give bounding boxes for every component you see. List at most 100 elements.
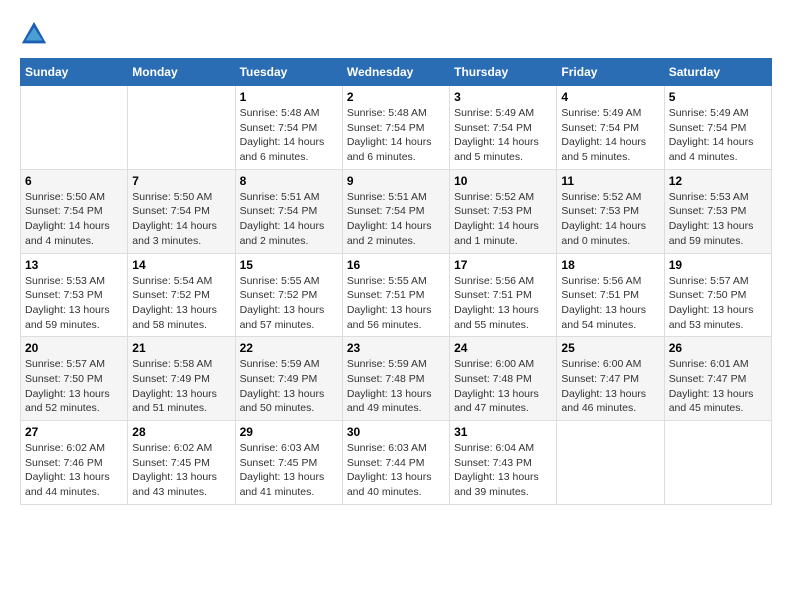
calendar-cell: 24 Sunrise: 6:00 AM Sunset: 7:48 PM Dayli…	[450, 337, 557, 421]
day-info: Sunrise: 5:59 AM Sunset: 7:49 PM Dayligh…	[240, 357, 338, 416]
day-info: Sunrise: 6:00 AM Sunset: 7:47 PM Dayligh…	[561, 357, 659, 416]
day-info: Sunrise: 6:01 AM Sunset: 7:47 PM Dayligh…	[669, 357, 767, 416]
day-number: 23	[347, 341, 445, 355]
calendar-cell: 10Sunrise: 5:52 AM Sunset: 7:53 PM Dayli…	[450, 169, 557, 253]
calendar-cell: 6 Sunrise: 5:50 AM Sunset: 7:54 PM Daylig…	[21, 169, 128, 253]
day-number: 13	[25, 258, 123, 272]
day-number: 2	[347, 90, 445, 104]
calendar-cell: 17 Sunrise: 5:56 AM Sunset: 7:51 PM Dayli…	[450, 253, 557, 337]
calendar-cell: 30 Sunrise: 6:03 AM Sunset: 7:44 PM Dayli…	[342, 421, 449, 505]
day-info: Sunrise: 5:49 AM Sunset: 7:54 PM Dayligh…	[561, 106, 659, 165]
calendar-week-row: 6 Sunrise: 5:50 AM Sunset: 7:54 PM Daylig…	[21, 169, 772, 253]
calendar-cell: 27 Sunrise: 6:02 AM Sunset: 7:46 PM Dayli…	[21, 421, 128, 505]
day-number: 11	[561, 174, 659, 188]
day-info: Sunrise: 6:00 AM Sunset: 7:48 PM Dayligh…	[454, 357, 552, 416]
day-info: Sunrise: 5:51 AM Sunset: 7:54 PM Dayligh…	[347, 190, 445, 249]
calendar-cell	[21, 86, 128, 170]
day-info: Sunrise: 6:02 AM Sunset: 7:45 PM Dayligh…	[132, 441, 230, 500]
calendar-cell: 29 Sunrise: 6:03 AM Sunset: 7:45 PM Dayli…	[235, 421, 342, 505]
calendar-cell: 13 Sunrise: 5:53 AM Sunset: 7:53 PM Dayli…	[21, 253, 128, 337]
day-number: 3	[454, 90, 552, 104]
day-number: 19	[669, 258, 767, 272]
calendar-cell	[128, 86, 235, 170]
calendar-cell: 23 Sunrise: 5:59 AM Sunset: 7:48 PM Dayli…	[342, 337, 449, 421]
day-number: 24	[454, 341, 552, 355]
calendar-cell: 2 Sunrise: 5:48 AM Sunset: 7:54 PM Daylig…	[342, 86, 449, 170]
calendar-week-row: 1 Sunrise: 5:48 AM Sunset: 7:54 PM Daylig…	[21, 86, 772, 170]
calendar-cell: 14 Sunrise: 5:54 AM Sunset: 7:52 PM Dayli…	[128, 253, 235, 337]
calendar-header-row: SundayMondayTuesdayWednesdayThursdayFrid…	[21, 59, 772, 86]
weekday-header: Saturday	[664, 59, 771, 86]
day-info: Sunrise: 5:58 AM Sunset: 7:49 PM Dayligh…	[132, 357, 230, 416]
day-info: Sunrise: 6:03 AM Sunset: 7:45 PM Dayligh…	[240, 441, 338, 500]
calendar-cell: 5Sunrise: 5:49 AM Sunset: 7:54 PM Daylig…	[664, 86, 771, 170]
day-number: 8	[240, 174, 338, 188]
calendar-cell	[664, 421, 771, 505]
day-number: 7	[132, 174, 230, 188]
calendar-week-row: 20Sunrise: 5:57 AM Sunset: 7:50 PM Dayli…	[21, 337, 772, 421]
calendar-cell: 12 Sunrise: 5:53 AM Sunset: 7:53 PM Dayli…	[664, 169, 771, 253]
calendar-table: SundayMondayTuesdayWednesdayThursdayFrid…	[20, 58, 772, 505]
logo-icon	[20, 20, 48, 48]
page-header	[20, 20, 772, 48]
day-number: 21	[132, 341, 230, 355]
day-number: 12	[669, 174, 767, 188]
calendar-cell: 18 Sunrise: 5:56 AM Sunset: 7:51 PM Dayli…	[557, 253, 664, 337]
day-number: 27	[25, 425, 123, 439]
calendar-cell: 1 Sunrise: 5:48 AM Sunset: 7:54 PM Daylig…	[235, 86, 342, 170]
day-number: 10	[454, 174, 552, 188]
calendar-cell: 25Sunrise: 6:00 AM Sunset: 7:47 PM Dayli…	[557, 337, 664, 421]
day-info: Sunrise: 5:56 AM Sunset: 7:51 PM Dayligh…	[561, 274, 659, 333]
calendar-cell: 3 Sunrise: 5:49 AM Sunset: 7:54 PM Daylig…	[450, 86, 557, 170]
day-number: 26	[669, 341, 767, 355]
day-number: 18	[561, 258, 659, 272]
day-info: Sunrise: 6:02 AM Sunset: 7:46 PM Dayligh…	[25, 441, 123, 500]
day-info: Sunrise: 5:55 AM Sunset: 7:52 PM Dayligh…	[240, 274, 338, 333]
weekday-header: Monday	[128, 59, 235, 86]
day-info: Sunrise: 5:57 AM Sunset: 7:50 PM Dayligh…	[669, 274, 767, 333]
calendar-cell: 26 Sunrise: 6:01 AM Sunset: 7:47 PM Dayli…	[664, 337, 771, 421]
day-info: Sunrise: 5:55 AM Sunset: 7:51 PM Dayligh…	[347, 274, 445, 333]
day-info: Sunrise: 5:50 AM Sunset: 7:54 PM Dayligh…	[25, 190, 123, 249]
day-number: 29	[240, 425, 338, 439]
day-number: 9	[347, 174, 445, 188]
calendar-cell: 7 Sunrise: 5:50 AM Sunset: 7:54 PM Daylig…	[128, 169, 235, 253]
day-info: Sunrise: 5:54 AM Sunset: 7:52 PM Dayligh…	[132, 274, 230, 333]
day-number: 30	[347, 425, 445, 439]
weekday-header: Sunday	[21, 59, 128, 86]
calendar-cell: 9 Sunrise: 5:51 AM Sunset: 7:54 PM Daylig…	[342, 169, 449, 253]
calendar-cell: 21 Sunrise: 5:58 AM Sunset: 7:49 PM Dayli…	[128, 337, 235, 421]
calendar-cell: 31 Sunrise: 6:04 AM Sunset: 7:43 PM Dayli…	[450, 421, 557, 505]
day-info: Sunrise: 5:49 AM Sunset: 7:54 PM Dayligh…	[454, 106, 552, 165]
calendar-week-row: 13 Sunrise: 5:53 AM Sunset: 7:53 PM Dayli…	[21, 253, 772, 337]
day-info: Sunrise: 5:53 AM Sunset: 7:53 PM Dayligh…	[25, 274, 123, 333]
calendar-week-row: 27 Sunrise: 6:02 AM Sunset: 7:46 PM Dayli…	[21, 421, 772, 505]
day-number: 15	[240, 258, 338, 272]
calendar-cell: 15 Sunrise: 5:55 AM Sunset: 7:52 PM Dayli…	[235, 253, 342, 337]
calendar-cell: 11 Sunrise: 5:52 AM Sunset: 7:53 PM Dayli…	[557, 169, 664, 253]
day-number: 31	[454, 425, 552, 439]
day-info: Sunrise: 5:48 AM Sunset: 7:54 PM Dayligh…	[347, 106, 445, 165]
day-number: 5	[669, 90, 767, 104]
day-number: 4	[561, 90, 659, 104]
weekday-header: Friday	[557, 59, 664, 86]
day-info: Sunrise: 5:50 AM Sunset: 7:54 PM Dayligh…	[132, 190, 230, 249]
calendar-cell: 22 Sunrise: 5:59 AM Sunset: 7:49 PM Dayli…	[235, 337, 342, 421]
day-number: 1	[240, 90, 338, 104]
day-number: 14	[132, 258, 230, 272]
calendar-cell: 19 Sunrise: 5:57 AM Sunset: 7:50 PM Dayli…	[664, 253, 771, 337]
day-info: Sunrise: 6:03 AM Sunset: 7:44 PM Dayligh…	[347, 441, 445, 500]
day-info: Sunrise: 5:48 AM Sunset: 7:54 PM Dayligh…	[240, 106, 338, 165]
day-info: Sunrise: 5:53 AM Sunset: 7:53 PM Dayligh…	[669, 190, 767, 249]
day-info: Sunrise: 5:52 AM Sunset: 7:53 PM Dayligh…	[561, 190, 659, 249]
logo	[20, 20, 52, 48]
weekday-header: Tuesday	[235, 59, 342, 86]
calendar-cell: 28Sunrise: 6:02 AM Sunset: 7:45 PM Dayli…	[128, 421, 235, 505]
day-number: 17	[454, 258, 552, 272]
day-info: Sunrise: 5:56 AM Sunset: 7:51 PM Dayligh…	[454, 274, 552, 333]
day-number: 22	[240, 341, 338, 355]
day-info: Sunrise: 5:59 AM Sunset: 7:48 PM Dayligh…	[347, 357, 445, 416]
day-number: 6	[25, 174, 123, 188]
weekday-header: Wednesday	[342, 59, 449, 86]
day-info: Sunrise: 6:04 AM Sunset: 7:43 PM Dayligh…	[454, 441, 552, 500]
